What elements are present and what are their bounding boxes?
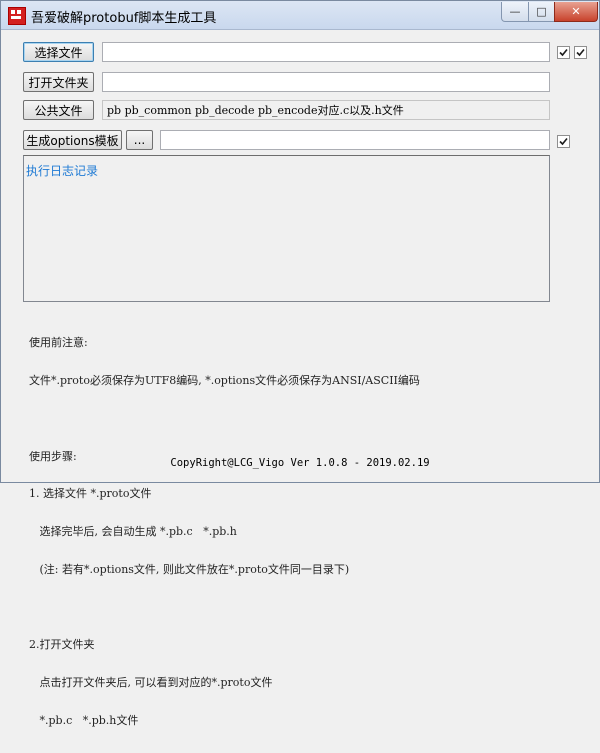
app-logo-icon bbox=[8, 7, 26, 25]
notes-line: 1. 选择文件 *.proto文件 bbox=[29, 487, 152, 501]
notes-line: (注: 若有*.options文件, 则此文件放在*.proto文件同一目录下) bbox=[29, 562, 350, 576]
maximize-icon: □ bbox=[536, 5, 547, 18]
notes-line bbox=[29, 602, 569, 615]
notes-line: 文件*.proto必须保存为UTF8编码, *.options文件必须保存为AN… bbox=[29, 373, 420, 387]
common-files-field: pb pb_common pb_decode pb_encode对应.c以及.h… bbox=[102, 100, 550, 120]
open-folder-button[interactable]: 打开文件夹 bbox=[23, 72, 94, 92]
generate-options-template-button[interactable]: 生成options模板 bbox=[23, 130, 122, 150]
notes-line: 点击打开文件夹后, 可以看到对应的*.proto文件 bbox=[29, 676, 273, 690]
log-placeholder-text: 执行日志记录 bbox=[26, 164, 99, 178]
minimize-button[interactable]: — bbox=[501, 2, 529, 22]
copyright-footer: CopyRight@LCG_Vigo Ver 1.0.8 - 2019.02.1… bbox=[170, 457, 430, 469]
select-option-checkbox-1[interactable] bbox=[557, 46, 570, 59]
browse-button[interactable]: ... bbox=[126, 130, 153, 150]
checkmark-icon bbox=[559, 48, 568, 57]
select-file-button[interactable]: 选择文件 bbox=[23, 42, 94, 62]
notes-line: 选择完毕后, 会自动生成 *.pb.c *.pb.h bbox=[29, 525, 237, 539]
checkmark-icon bbox=[559, 137, 568, 146]
options-template-input[interactable] bbox=[160, 130, 550, 150]
template-option-checkbox[interactable] bbox=[557, 135, 570, 148]
notes-line: *.pb.c *.pb.h文件 bbox=[29, 714, 139, 727]
folder-path-input[interactable] bbox=[102, 72, 550, 92]
minimize-icon: — bbox=[509, 5, 521, 18]
notes-line: 2.打开文件夹 bbox=[29, 638, 95, 652]
window-title: 吾爱破解protobuf脚本生成工具 bbox=[31, 11, 217, 26]
common-files-button[interactable]: 公共文件 bbox=[23, 100, 94, 120]
select-option-checkbox-2[interactable] bbox=[574, 46, 587, 59]
checkmark-icon bbox=[576, 48, 585, 57]
execution-log-area[interactable]: 执行日志记录 bbox=[23, 155, 550, 302]
notes-line: 使用前注意: bbox=[29, 336, 88, 350]
app-window: 吾爱破解protobuf脚本生成工具 — □ ✕ 选择文件 打开文件夹 公共文件… bbox=[0, 0, 600, 727]
close-button[interactable]: ✕ bbox=[554, 2, 598, 22]
usage-notes: 使用前注意: 文件*.proto必须保存为UTF8编码, *.options文件… bbox=[29, 312, 569, 753]
select-file-path-input[interactable] bbox=[102, 42, 550, 62]
close-icon: ✕ bbox=[571, 5, 581, 18]
title-bar[interactable]: 吾爱破解protobuf脚本生成工具 — □ ✕ bbox=[1, 1, 599, 30]
notes-line bbox=[29, 413, 569, 426]
maximize-button[interactable]: □ bbox=[528, 2, 555, 22]
